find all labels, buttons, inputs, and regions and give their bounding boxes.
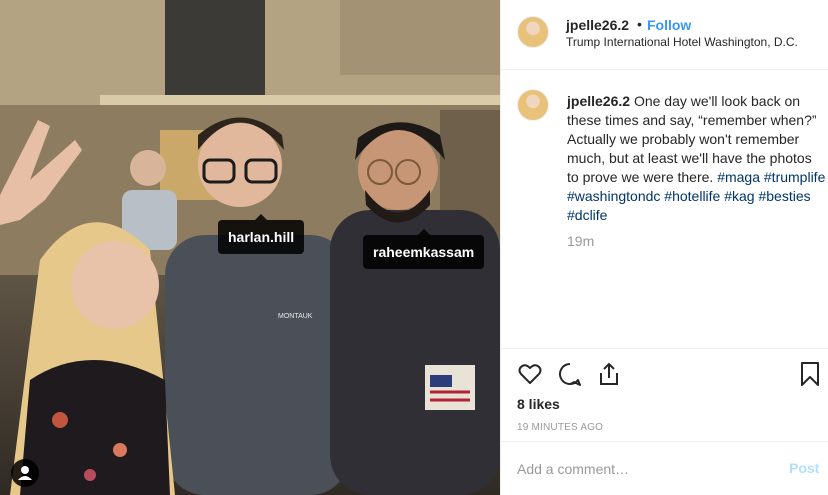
hashtag-link[interactable]: #maga xyxy=(717,169,760,185)
share-button[interactable] xyxy=(596,361,622,387)
header-username[interactable]: jpelle26.2 xyxy=(566,17,629,33)
hashtag-link[interactable]: #trumplife xyxy=(764,169,825,185)
post-sidebar: jpelle26.2 • Follow Trump International … xyxy=(500,0,828,495)
person-icon xyxy=(18,466,32,480)
caption-avatar[interactable] xyxy=(517,89,549,121)
hashtag-link[interactable]: #dclife xyxy=(567,207,607,223)
post-header: jpelle26.2 • Follow Trump International … xyxy=(501,0,828,70)
heart-icon xyxy=(518,364,542,384)
comment-form: Post xyxy=(501,441,828,495)
post-photo[interactable]: MONTAUK harlan.hill raheemkassam xyxy=(0,0,500,495)
photo-tag-raheem[interactable]: raheemkassam xyxy=(363,229,485,269)
comment-button[interactable] xyxy=(557,361,583,387)
hashtag-link[interactable]: #besties xyxy=(758,188,810,204)
likes-count[interactable]: 8 likes xyxy=(517,396,560,412)
location-link[interactable]: Trump International Hotel Washington, D.… xyxy=(566,35,798,49)
caption-time-ago[interactable]: 19m xyxy=(567,233,594,249)
follow-button[interactable]: Follow xyxy=(647,17,691,33)
post-comment-button[interactable]: Post xyxy=(789,460,819,476)
photo-tag-harlan[interactable]: harlan.hill xyxy=(218,214,305,254)
action-bar: 8 likes 19 MINUTES AGO xyxy=(501,348,828,441)
tagged-users-button[interactable] xyxy=(11,459,39,487)
post-timestamp[interactable]: 19 MINUTES AGO xyxy=(517,422,603,433)
like-button[interactable] xyxy=(517,361,543,387)
comment-input[interactable] xyxy=(517,459,767,479)
comment-icon xyxy=(559,363,581,386)
caption-username[interactable]: jpelle26.2 xyxy=(567,93,630,109)
comments-section: jpelle26.2 One day we'll look back on th… xyxy=(501,71,828,348)
avatar[interactable] xyxy=(517,16,549,48)
hashtag-link[interactable]: #hotellife xyxy=(664,188,720,204)
caption: jpelle26.2 One day we'll look back on th… xyxy=(567,92,827,225)
separator-dot: • xyxy=(637,16,642,32)
share-icon xyxy=(600,362,618,385)
save-button[interactable] xyxy=(797,361,823,387)
hashtag-link[interactable]: #washingtondc xyxy=(567,188,660,204)
bookmark-icon xyxy=(801,362,819,386)
hashtag-link[interactable]: #kag xyxy=(724,188,754,204)
svg-text:MONTAUK: MONTAUK xyxy=(278,313,313,320)
